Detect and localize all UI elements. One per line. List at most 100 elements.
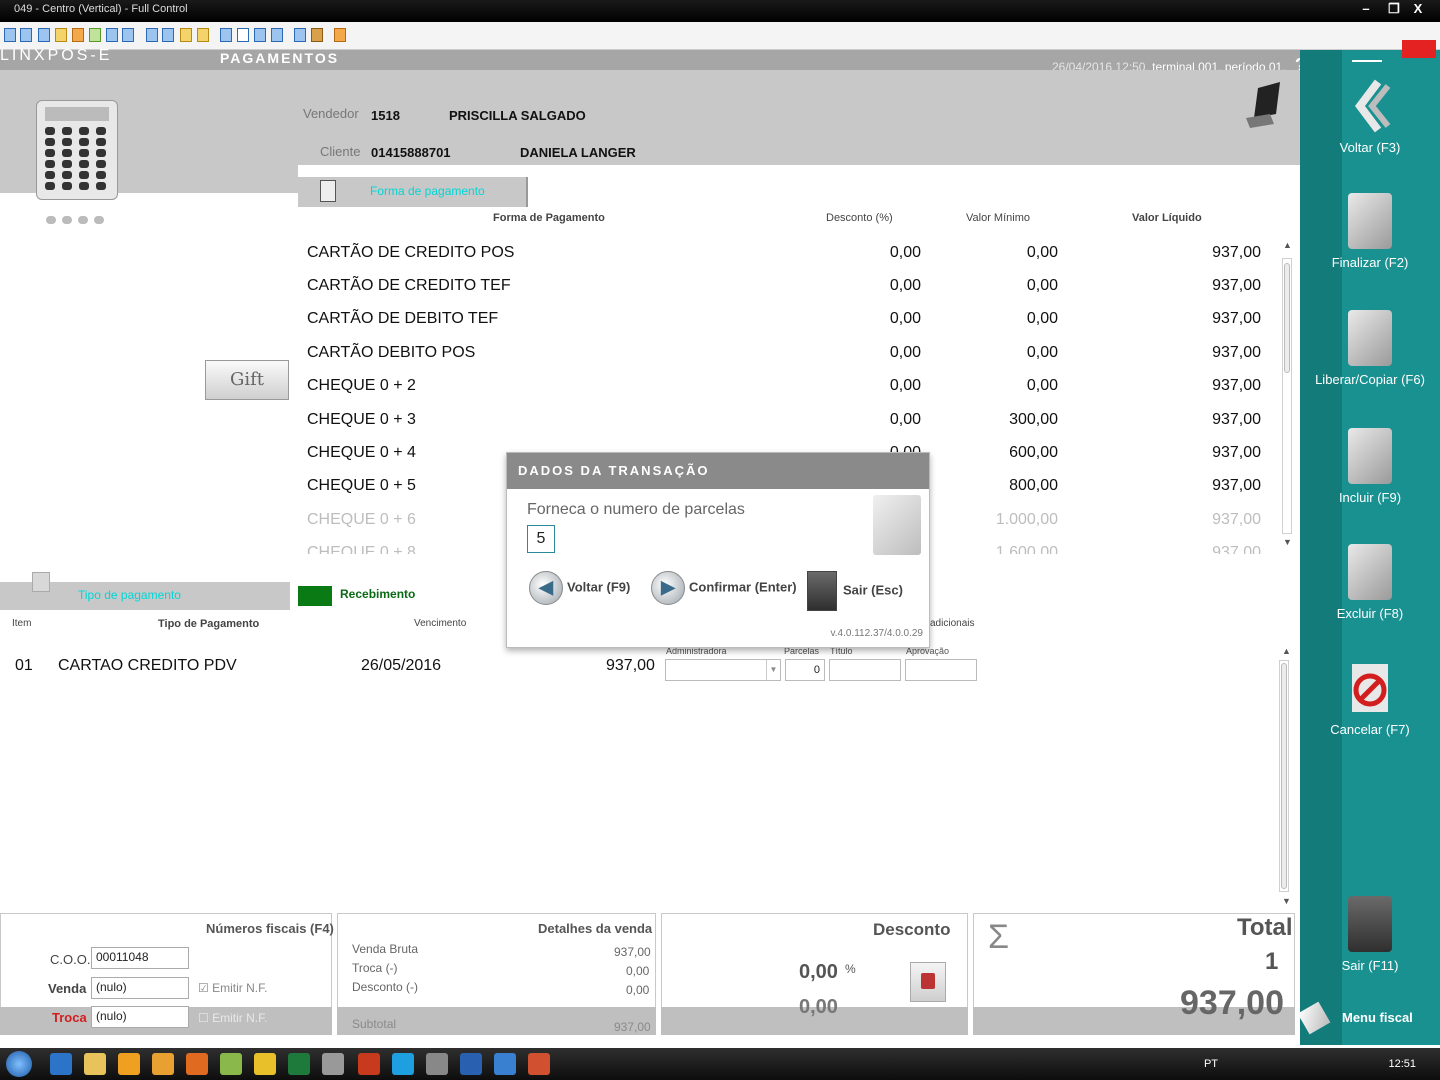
cancelar-button[interactable]: Cancelar (F7) (1300, 660, 1440, 737)
payment-form-row[interactable]: CARTÃO DE DEBITO TEF 0,00 0,00 937,00 (307, 310, 1267, 343)
app5-icon[interactable] (494, 1053, 516, 1075)
col-valor-minimo: Valor Mínimo (966, 212, 1030, 224)
toolbar-monitor-icon[interactable] (4, 28, 16, 42)
browser-icon[interactable] (50, 1053, 72, 1075)
discount-apply-button[interactable] (910, 962, 946, 1002)
folder-icon[interactable] (84, 1053, 106, 1075)
toolbar-users-icon[interactable] (162, 28, 174, 42)
emitir-nf-label: Emitir N.F. (212, 981, 268, 995)
menu-fiscal-button[interactable]: Menu fiscal (1342, 1010, 1413, 1025)
forms-tab[interactable]: Forma de pagamento (298, 177, 526, 207)
calculator-key (79, 149, 89, 157)
toolbar-close-session-icon[interactable] (334, 28, 346, 42)
app3-icon[interactable] (322, 1053, 344, 1075)
fiscal-title[interactable]: Números fiscais (F4) (206, 921, 334, 936)
coo-label: C.O.O. (50, 952, 91, 967)
chrome-icon[interactable] (254, 1053, 276, 1075)
payments-grid-scrollbar[interactable] (1279, 660, 1289, 892)
calculator-key (79, 138, 89, 146)
toolbar-message-icon[interactable] (122, 28, 134, 42)
scroll-down-icon[interactable]: ▼ (1283, 537, 1292, 547)
remote-control-icon[interactable] (528, 1053, 550, 1075)
venda-field[interactable]: (nulo) (91, 977, 189, 999)
parcelas-input[interactable]: 5 (527, 525, 555, 553)
payment-form-row[interactable]: CHEQUE 0 + 3 0,00 300,00 937,00 (307, 411, 1267, 444)
discount-value[interactable]: 0,00 (799, 996, 838, 1019)
toolbar-transfer-icon[interactable] (55, 28, 67, 42)
finalizar-button[interactable]: Finalizar (F2) (1300, 193, 1440, 270)
exit-door-icon (1348, 896, 1392, 952)
scroll-down-icon[interactable]: ▼ (1282, 896, 1291, 906)
calculator-key (79, 160, 89, 168)
toolbar-info-icon[interactable] (271, 28, 283, 42)
toolbar-key-icon[interactable] (180, 28, 192, 42)
payment-list-scrollbar[interactable] (1282, 258, 1292, 534)
close-button[interactable]: X (1404, 0, 1432, 20)
table-row[interactable]: 01 CARTAO CREDITO PDV 26/05/2016 937,00 (0, 654, 1270, 680)
excluir-button[interactable]: Excluir (F8) (1300, 544, 1440, 621)
aprovacao-field[interactable] (905, 659, 977, 681)
col-forma-pagamento: Forma de Pagamento (493, 212, 605, 224)
scroll-up-icon[interactable]: ▲ (1282, 646, 1291, 656)
incluir-button[interactable]: Incluir (F9) (1300, 428, 1440, 505)
start-icon[interactable] (6, 1051, 32, 1077)
toolbar-fullscreen-icon[interactable] (220, 28, 232, 42)
voltar-label: Voltar (F3) (1339, 140, 1401, 155)
toolbar-user-icon[interactable] (146, 28, 158, 42)
payment-form-row[interactable]: CARTÃO DEBITO POS 0,00 0,00 937,00 (307, 344, 1267, 377)
liberar-copiar-button[interactable]: Liberar/Copiar (F6) (1300, 310, 1440, 387)
emitir-nf-troca-checkbox[interactable]: ☐ Emitir N.F. (198, 1011, 267, 1025)
app4-icon[interactable] (460, 1053, 482, 1075)
minimize-button[interactable]: – (1352, 0, 1380, 20)
parcelas-field[interactable]: 0 (785, 659, 825, 681)
excel-icon[interactable] (288, 1053, 310, 1075)
toolbar-settings-icon[interactable] (311, 28, 323, 42)
troca-field[interactable]: (nulo) (91, 1006, 189, 1028)
calculator-key (79, 127, 89, 135)
toolbar-padlock-icon[interactable] (197, 28, 209, 42)
app-icon[interactable] (152, 1053, 174, 1075)
system-clock[interactable]: 12:51 (1388, 1058, 1416, 1070)
administradora-select[interactable]: ▼ (665, 659, 781, 681)
row-vencimento: 26/05/2016 (361, 657, 442, 674)
skype-icon[interactable] (392, 1053, 414, 1075)
toolbar-phone-icon[interactable] (106, 28, 118, 42)
chevron-down-icon[interactable]: ▼ (766, 660, 780, 680)
tools-icon[interactable] (426, 1053, 448, 1075)
media-icon[interactable] (118, 1053, 140, 1075)
gift-card-button[interactable]: Gift (205, 360, 289, 400)
dialog-confirm-button[interactable]: ▶ Confirmar (Enter) (651, 571, 797, 605)
toolbar-chat-icon[interactable] (89, 28, 101, 42)
toolbar-screen-icon[interactable] (20, 28, 32, 42)
sidebar-close-icon[interactable] (1402, 40, 1436, 58)
emitir-nf-checkbox[interactable]: ☑ Emitir N.F. (198, 981, 267, 995)
discount-percent-value[interactable]: 0,00 (799, 961, 838, 984)
keyboard-language[interactable]: PT (1204, 1058, 1218, 1070)
map-icon (873, 495, 921, 555)
toolbar-tools-icon[interactable] (294, 28, 306, 42)
toolbar-scale-icon[interactable] (254, 28, 266, 42)
payment-form-row[interactable]: CHEQUE 0 + 2 0,00 0,00 937,00 (307, 377, 1267, 410)
app2-icon[interactable] (220, 1053, 242, 1075)
col-vencimento: Vencimento (414, 618, 467, 629)
dialog-exit-button[interactable]: Sair (Esc) (807, 571, 903, 611)
sidebar-minimize-icon[interactable] (1352, 52, 1382, 62)
firefox-icon[interactable] (186, 1053, 208, 1075)
payment-type-tab[interactable]: Tipo de pagamento (0, 572, 290, 610)
toolbar-fit-icon[interactable] (237, 28, 249, 42)
row-valor: 937,00 (606, 657, 655, 674)
titulo-field[interactable] (829, 659, 901, 681)
calculator-icon[interactable] (36, 100, 118, 200)
toolbar-lock-icon[interactable] (72, 28, 84, 42)
powerpoint-icon[interactable] (358, 1053, 380, 1075)
payment-form-row[interactable]: CARTÃO DE CREDITO TEF 0,00 0,00 937,00 (307, 277, 1267, 310)
scroll-up-icon[interactable]: ▲ (1283, 240, 1292, 250)
dialog-back-button[interactable]: ◀ Voltar (F9) (529, 571, 630, 605)
row-item: 01 (15, 657, 33, 674)
toolbar-window-icon[interactable] (38, 28, 50, 42)
payment-form-row[interactable]: CARTÃO DE CREDITO POS 0,00 0,00 937,00 (307, 244, 1267, 277)
voltar-button[interactable]: Voltar (F3) (1300, 78, 1440, 155)
sair-button[interactable]: Sair (F11) (1300, 896, 1440, 973)
coo-field[interactable]: 00011048 (91, 947, 189, 969)
recebimento-label[interactable]: Recebimento (340, 587, 415, 601)
